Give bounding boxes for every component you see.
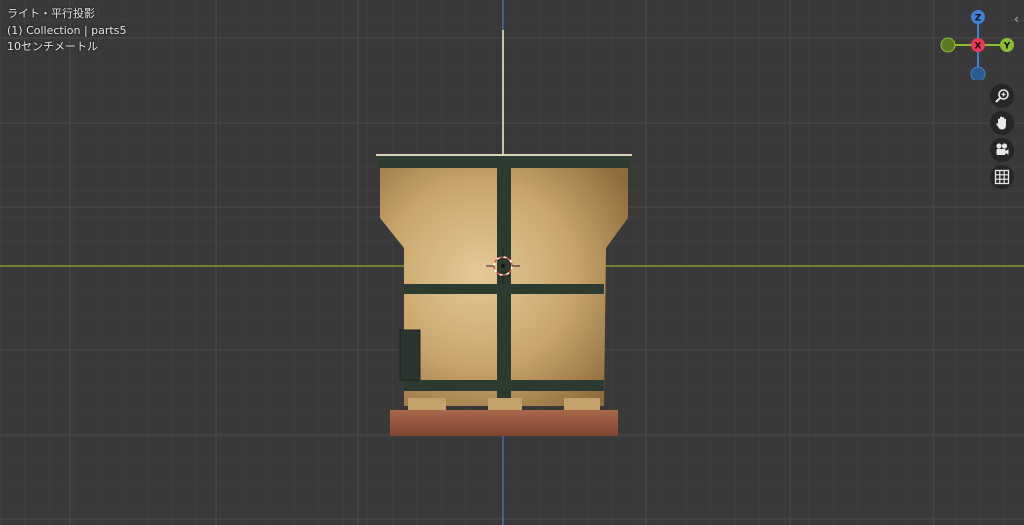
gizmo-y-label: Y: [1003, 42, 1011, 52]
pot-top-edge: [376, 154, 632, 156]
zoom-button[interactable]: [990, 84, 1014, 108]
pot-bottom-rail: [404, 380, 604, 391]
camera-view-button[interactable]: [990, 138, 1014, 162]
pan-button[interactable]: [990, 111, 1014, 135]
sidebar-toggle-icon[interactable]: ‹: [1014, 12, 1019, 26]
pot-middle-rail: [404, 284, 604, 294]
pot-foot: [488, 398, 522, 410]
gizmo-neg-z-ball[interactable]: [970, 66, 986, 80]
zoom-icon: [995, 89, 1009, 103]
ortho-toggle-button[interactable]: [990, 165, 1014, 189]
pot-foot: [408, 398, 446, 410]
unit-scale: 10センチメートル: [7, 40, 98, 53]
hand-icon: [996, 116, 1006, 130]
gizmo-z-label: Z: [975, 14, 982, 24]
collection-info: (1) Collection | parts5: [7, 24, 127, 37]
pot-side-latch: [399, 329, 421, 381]
gizmo-x-label: X: [975, 42, 982, 52]
brick-base: [390, 410, 618, 436]
gizmo-neg-y-ball[interactable]: [940, 37, 956, 53]
view-name: ライト・平行投影: [7, 7, 95, 20]
3d-viewport[interactable]: ライト・平行投影 (1) Collection | parts5 10センチメー…: [0, 0, 1024, 525]
grid-icon: [994, 169, 1010, 185]
light-line: [502, 30, 504, 158]
viewport-canvas[interactable]: [0, 0, 1024, 525]
navigation-gizmo[interactable]: Z Y X: [940, 8, 1018, 80]
camera-icon: [996, 143, 1009, 155]
pot-foot: [564, 398, 600, 410]
